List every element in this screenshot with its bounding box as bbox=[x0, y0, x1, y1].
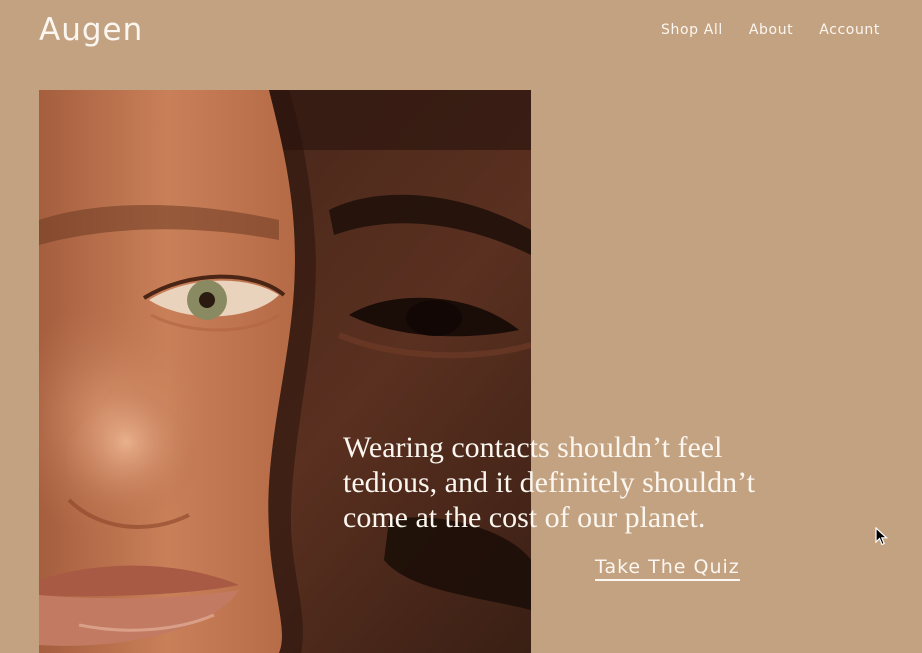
nav-link-account[interactable]: Account bbox=[819, 22, 880, 38]
page: Augen Shop All About Account Wearing con… bbox=[0, 0, 922, 653]
hero-image bbox=[39, 90, 531, 653]
two-faces-photo bbox=[39, 90, 531, 653]
take-the-quiz-link[interactable]: Take The Quiz bbox=[595, 556, 740, 581]
hero-headline: Wearing contacts shouldn’t feel tedious,… bbox=[343, 431, 755, 534]
nav-link-shop-all[interactable]: Shop All bbox=[661, 22, 723, 38]
brand-logo[interactable]: Augen bbox=[39, 12, 143, 48]
nav-link-about[interactable]: About bbox=[749, 22, 793, 38]
main-nav: Shop All About Account bbox=[661, 22, 880, 38]
mouse-pointer-icon bbox=[875, 527, 889, 546]
